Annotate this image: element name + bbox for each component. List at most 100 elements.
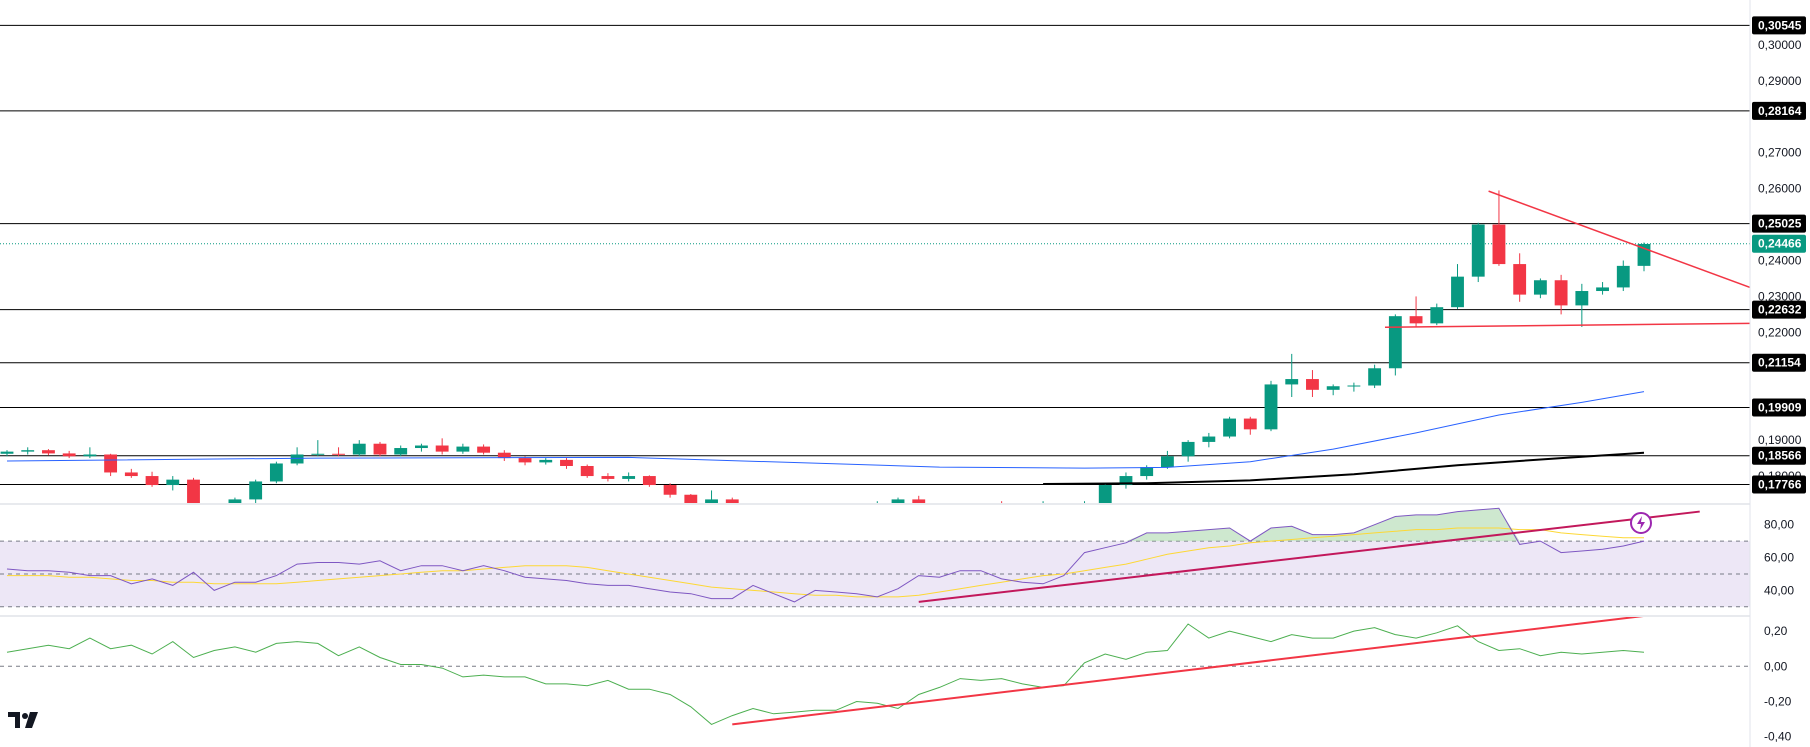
- candle-body: [1057, 505, 1070, 512]
- candle-body: [1181, 441, 1195, 457]
- candle-body: [124, 472, 138, 477]
- candle-body: [1616, 265, 1630, 288]
- moving-average-blue: [6, 391, 1645, 469]
- current-price-label: 0,24466: [1758, 237, 1802, 251]
- candle-body: [62, 453, 76, 457]
- candle-body: [311, 453, 325, 455]
- candle-body: [601, 476, 615, 479]
- level-price-label: 0,21154: [1758, 356, 1801, 370]
- candle-body: [1285, 379, 1299, 385]
- price-tick-label: 0,24000: [1758, 253, 1802, 267]
- candle-body: [663, 485, 677, 495]
- moving-average-black: [1043, 451, 1645, 485]
- candle-body: [373, 443, 387, 455]
- momentum-tick-label: -0,20: [1764, 695, 1792, 709]
- candle-body: [394, 448, 408, 455]
- candle-body: [995, 508, 1008, 510]
- candle-body: [1306, 379, 1319, 390]
- candle-body: [352, 443, 366, 455]
- candle-body: [788, 537, 801, 541]
- candle-body: [166, 479, 180, 486]
- candle-body: [1368, 368, 1382, 386]
- candle-body: [0, 451, 14, 454]
- candle-body: [332, 453, 345, 455]
- level-price-label: 0,30545: [1758, 18, 1802, 32]
- price-tick-label: 0,30000: [1758, 38, 1802, 52]
- candle-body: [1554, 280, 1568, 306]
- candle-body: [642, 476, 656, 486]
- candle-body: [974, 508, 987, 510]
- candle-body: [104, 454, 118, 473]
- candle-body: [1513, 264, 1527, 295]
- rsi-tick-label: 40,00: [1764, 583, 1794, 597]
- candle-body: [1264, 384, 1278, 430]
- price-pane: [0, 24, 1750, 541]
- candle-body: [83, 454, 97, 457]
- candle-body: [1409, 316, 1423, 324]
- candle-body: [42, 450, 55, 454]
- candle-body: [1388, 316, 1402, 369]
- level-price-label: 0,19909: [1758, 400, 1802, 414]
- candle-body: [933, 508, 946, 515]
- candle-body: [208, 507, 221, 509]
- price-tick-label: 0,27000: [1758, 146, 1802, 160]
- candle-body: [1016, 507, 1029, 511]
- candle-body: [228, 499, 242, 503]
- tradingview-logo: [8, 712, 38, 728]
- candle-body: [518, 458, 532, 463]
- price-tick-label: 0,19000: [1758, 433, 1802, 447]
- candle-body: [580, 465, 594, 477]
- candle-body: [1037, 505, 1050, 507]
- candle-body: [1347, 385, 1361, 387]
- level-price-label: 0,17766: [1758, 477, 1802, 491]
- candle-body: [1575, 291, 1589, 306]
- candle-body: [435, 445, 449, 452]
- candle-body: [1202, 436, 1216, 442]
- candle-body: [269, 463, 283, 482]
- candle-body: [1430, 307, 1444, 324]
- candle-body: [1243, 418, 1257, 430]
- price-tick-label: 0,22000: [1758, 325, 1802, 339]
- candle-body: [477, 446, 491, 453]
- lightning-alert-icon[interactable]: [1630, 512, 1652, 534]
- momentum-trend-line: [732, 617, 1644, 726]
- price-tick-label: 0,26000: [1758, 182, 1802, 196]
- rsi-overbought-fill: [7, 508, 1644, 542]
- candle-body: [560, 459, 573, 466]
- momentum-tick-label: 0,00: [1764, 659, 1788, 673]
- candle-body: [21, 450, 35, 452]
- momentum-pane: [0, 617, 1750, 726]
- candle-body: [871, 512, 884, 513]
- rsi-tick-label: 80,00: [1764, 518, 1794, 532]
- candle-body: [1492, 224, 1506, 265]
- level-price-label: 0,22632: [1758, 303, 1802, 317]
- level-price-label: 0,28164: [1758, 104, 1802, 118]
- candle-body: [456, 446, 470, 452]
- candle-body: [1140, 467, 1154, 477]
- support-trend-line: [1384, 322, 1750, 329]
- level-price-label: 0,18566: [1758, 449, 1802, 463]
- candle-body: [1596, 287, 1609, 292]
- candle-body: [1223, 418, 1236, 437]
- candle-body: [1451, 276, 1464, 308]
- rsi-pane: [0, 507, 1750, 608]
- momentum-tick-label: -0,40: [1764, 730, 1792, 744]
- rsi-tick-label: 60,00: [1764, 551, 1794, 565]
- price-axis[interactable]: 0,300000,290000,270000,260000,240000,230…: [1752, 16, 1806, 744]
- candle-body: [539, 459, 553, 463]
- candle-body: [290, 454, 304, 464]
- candle-body: [705, 499, 718, 503]
- candle-body: [1160, 456, 1174, 468]
- candle-body: [1533, 280, 1547, 295]
- price-chart[interactable]: 0,300000,290000,270000,260000,240000,230…: [0, 0, 1810, 747]
- candle-body: [1471, 224, 1485, 277]
- candle-body: [954, 510, 967, 515]
- candle-body: [747, 508, 760, 526]
- candle-body: [1326, 386, 1340, 390]
- candle-body: [850, 512, 863, 519]
- candle-body: [622, 476, 636, 479]
- candle-body: [1098, 485, 1112, 503]
- level-price-label: 0,25025: [1758, 217, 1802, 231]
- candle-body: [145, 476, 159, 486]
- candle-body: [767, 526, 780, 540]
